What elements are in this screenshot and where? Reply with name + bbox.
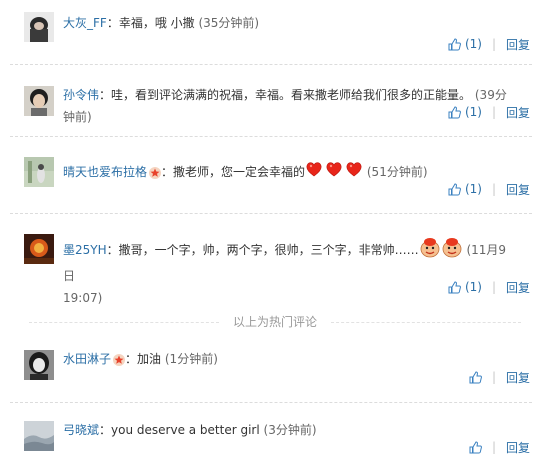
thumbs-up-icon[interactable] bbox=[448, 37, 461, 51]
reply-link[interactable]: 回复 bbox=[506, 369, 530, 386]
thumbs-up-icon[interactable] bbox=[448, 182, 461, 196]
avatar[interactable] bbox=[24, 157, 54, 187]
like-count[interactable]: (1) bbox=[465, 280, 482, 294]
hot-comments-label: 以上为热门评论 bbox=[232, 315, 317, 329]
comment-text: you deserve a better girl bbox=[111, 423, 260, 437]
username-link[interactable]: 水田淋子 bbox=[63, 352, 111, 366]
comment-divider bbox=[10, 64, 532, 65]
avatar[interactable] bbox=[24, 86, 54, 116]
reply-link[interactable]: 回复 bbox=[506, 279, 530, 296]
reply-link[interactable]: 回复 bbox=[506, 439, 530, 456]
avatar[interactable] bbox=[24, 12, 54, 42]
comment-divider bbox=[10, 213, 532, 214]
action-divider: | bbox=[491, 370, 496, 384]
comment-body: 大灰_FF：幸福，哦 小撒 (35分钟前) bbox=[63, 16, 260, 30]
username-link[interactable]: 孙令伟 bbox=[63, 88, 99, 102]
thumbs-up-icon[interactable] bbox=[469, 440, 482, 454]
like-count[interactable]: (1) bbox=[465, 37, 482, 51]
comment-time-continued: 19:07) bbox=[63, 291, 103, 305]
avatar[interactable] bbox=[24, 421, 54, 451]
face-emoticons bbox=[419, 236, 463, 265]
comment-actions: (1) | 回复 bbox=[448, 279, 530, 295]
star-badge-icon bbox=[113, 353, 126, 366]
action-divider: | bbox=[491, 105, 496, 119]
comment-text: 撒老师，您一定会幸福的 bbox=[173, 165, 306, 179]
action-divider: | bbox=[491, 37, 496, 51]
comment-time: (3分钟前) bbox=[263, 423, 317, 437]
comment-time: (1分钟前) bbox=[164, 352, 218, 366]
comment-body: 水田淋子 ：加油 (1分钟前) bbox=[63, 352, 218, 366]
username-link[interactable]: 弓晓斌 bbox=[63, 423, 99, 437]
heart-emoticons bbox=[305, 160, 363, 185]
comment-text: 哇，看到评论满满的祝福，幸福。看来撒老师给我们很多的正能量。 bbox=[111, 88, 472, 102]
reply-link[interactable]: 回复 bbox=[506, 181, 530, 198]
comment-actions: (1) | 回复 bbox=[448, 104, 530, 120]
username-link[interactable]: 大灰_FF bbox=[63, 16, 107, 30]
comment-text: 撒哥，一个字，帅，两个字，很帅，三个字，非常帅…… bbox=[118, 243, 419, 257]
reply-link[interactable]: 回复 bbox=[506, 36, 530, 53]
comment-time: (35分钟前) bbox=[198, 16, 260, 30]
comment-divider bbox=[10, 402, 532, 403]
comment-divider bbox=[10, 136, 532, 137]
thumbs-up-icon[interactable] bbox=[448, 105, 461, 119]
thumbs-up-icon[interactable] bbox=[448, 280, 461, 294]
comment-text: 加油 bbox=[137, 352, 162, 366]
like-count[interactable]: (1) bbox=[465, 105, 482, 119]
thumbs-up-icon[interactable] bbox=[469, 370, 482, 384]
comment-actions: (1) | 回复 bbox=[448, 181, 530, 197]
star-badge-icon bbox=[149, 166, 162, 179]
comment-time: (51分钟前) bbox=[366, 165, 428, 179]
reply-link[interactable]: 回复 bbox=[506, 104, 530, 121]
like-count[interactable]: (1) bbox=[465, 182, 482, 196]
username-link[interactable]: 墨25YH bbox=[63, 243, 107, 257]
action-divider: | bbox=[491, 440, 496, 454]
comment-actions: (1) | 回复 bbox=[448, 36, 530, 52]
username-link[interactable]: 晴天也爱布拉格 bbox=[63, 165, 147, 179]
comment-body: 晴天也爱布拉格 ：撒老师，您一定会幸福的 (51分钟前) bbox=[63, 160, 511, 185]
avatar[interactable] bbox=[24, 350, 54, 380]
avatar[interactable] bbox=[24, 234, 54, 264]
comment-body: 弓晓斌：you deserve a better girl (3分钟前) bbox=[63, 423, 317, 437]
comment-text: 幸福，哦 小撒 bbox=[118, 16, 195, 30]
action-divider: | bbox=[491, 280, 496, 294]
comment-actions: | 回复 bbox=[469, 369, 530, 385]
comment-actions: | 回复 bbox=[469, 439, 530, 455]
comment-body: 墨25YH：撒哥，一个字，帅，两个字，很帅，三个字，非常帅…… (11月9日 19… bbox=[63, 236, 511, 309]
hot-comments-divider: 以上为热门评论 bbox=[0, 315, 550, 329]
action-divider: | bbox=[491, 182, 496, 196]
comment-body: 孙令伟：哇，看到评论满满的祝福，幸福。看来撒老师给我们很多的正能量。 (39分钟… bbox=[63, 88, 507, 124]
